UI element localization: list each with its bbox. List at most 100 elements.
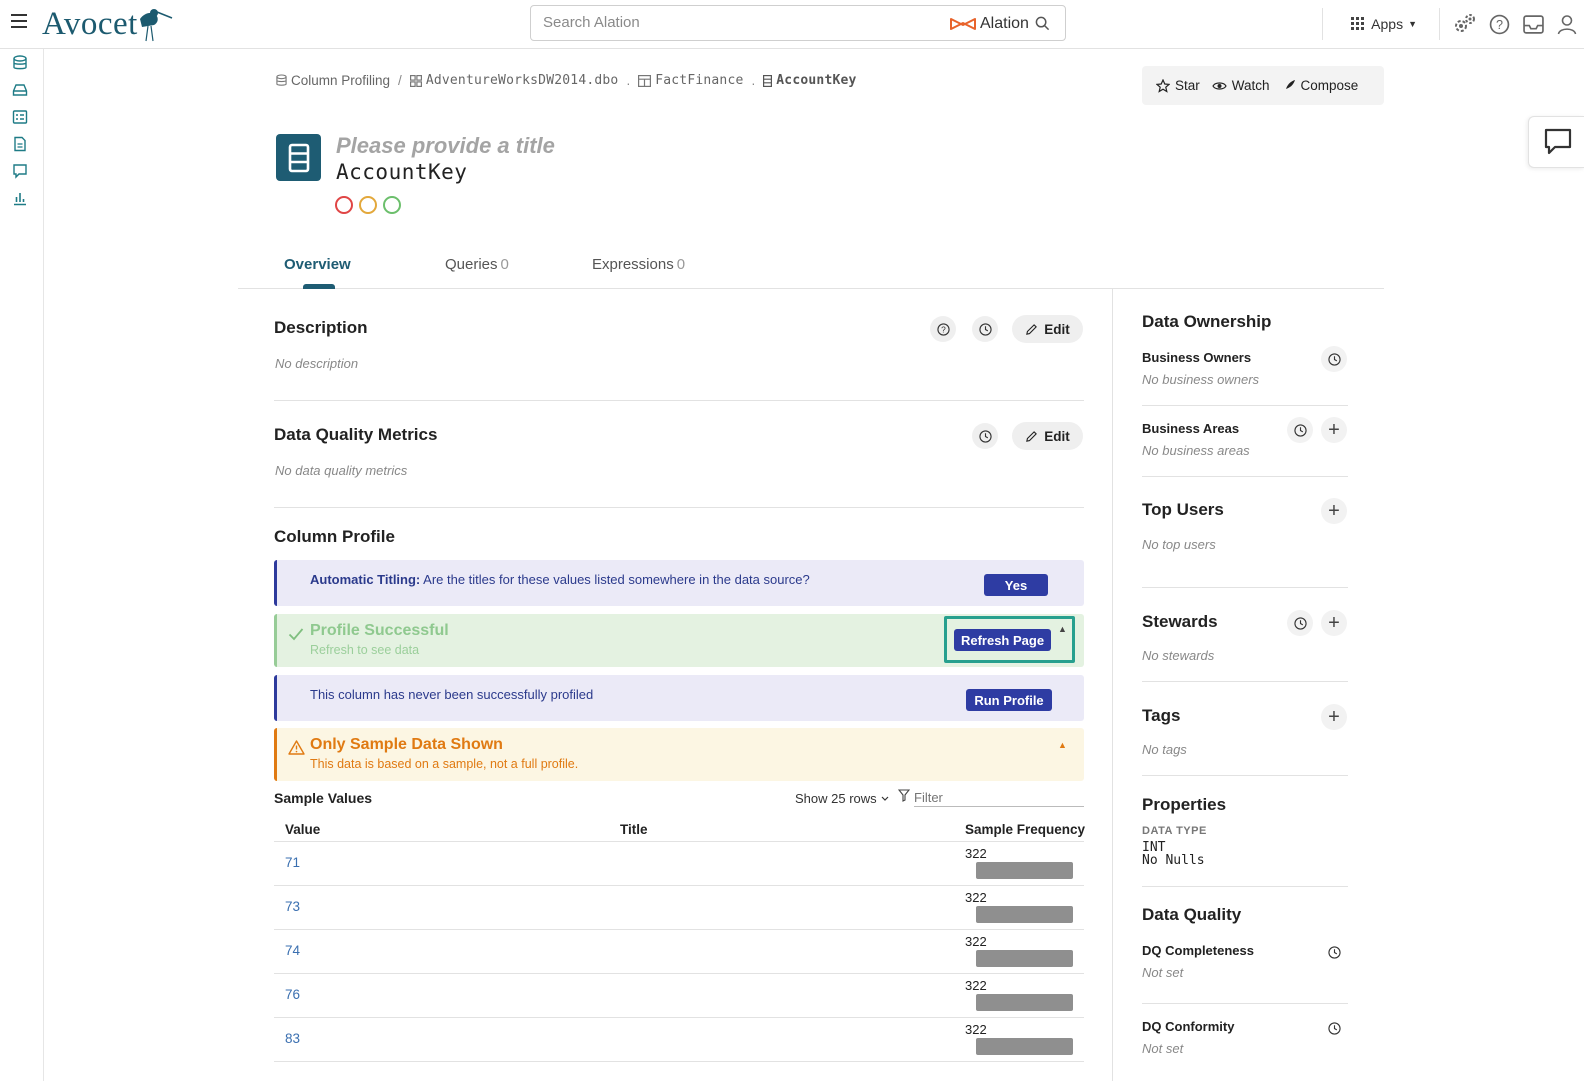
- endorsement-flag-icon[interactable]: [383, 196, 401, 214]
- history-button[interactable]: [1321, 1015, 1347, 1041]
- table-row: 71 322: [274, 842, 1084, 886]
- tags-title: Tags: [1142, 706, 1181, 725]
- compose-button[interactable]: Compose: [1282, 78, 1358, 93]
- show-rows-select[interactable]: Show 25 rows: [795, 791, 889, 806]
- column-header-title[interactable]: Title: [620, 822, 648, 837]
- history-button[interactable]: [1321, 346, 1347, 372]
- add-steward-button[interactable]: +: [1321, 610, 1347, 636]
- deprecation-flag-icon[interactable]: [335, 196, 353, 214]
- frequency-count: 322: [965, 846, 987, 861]
- table-row: 74 322: [274, 930, 1084, 974]
- data-type-label: DATA TYPE: [1142, 825, 1207, 837]
- edit-description-button[interactable]: Edit: [1012, 315, 1083, 343]
- divider: [1142, 587, 1348, 588]
- add-tag-button[interactable]: +: [1321, 704, 1347, 730]
- database-icon: [276, 74, 287, 86]
- breadcrumb-table[interactable]: FactFinance: [638, 73, 743, 88]
- database-icon[interactable]: [12, 55, 28, 71]
- settings-gears-icon[interactable]: [1448, 13, 1482, 35]
- profile-success-subtitle: Refresh to see data: [310, 643, 420, 657]
- column-header-value[interactable]: Value: [285, 822, 320, 837]
- tab-label: Overview: [284, 256, 351, 273]
- value-link[interactable]: 71: [285, 855, 300, 870]
- never-profiled-text: This column has never been successfully …: [310, 687, 594, 702]
- frequency-count: 322: [965, 934, 987, 949]
- breadcrumb-datasource[interactable]: Column Profiling: [276, 73, 390, 88]
- help-button[interactable]: ?: [930, 316, 956, 342]
- dq-completeness-label: DQ Completeness: [1142, 943, 1254, 958]
- auto-titling-question: Are the titles for these values listed s…: [420, 572, 810, 587]
- chat-drawer-toggle[interactable]: [1528, 116, 1584, 168]
- tab-queries[interactable]: Queries 0: [445, 256, 509, 273]
- clock-icon: [978, 322, 992, 336]
- object-title-placeholder[interactable]: Please provide a title: [336, 133, 555, 159]
- top-users-empty: No top users: [1142, 537, 1216, 552]
- document-icon[interactable]: [12, 136, 28, 152]
- help-icon[interactable]: ?: [1482, 14, 1516, 35]
- top-users-title: Top Users: [1142, 500, 1224, 519]
- data-ownership-title: Data Ownership: [1142, 312, 1272, 331]
- storage-drive-icon[interactable]: [12, 82, 28, 98]
- tab-count: 0: [676, 256, 686, 273]
- search-icon[interactable]: [1035, 16, 1050, 31]
- stewards-title: Stewards: [1142, 612, 1218, 631]
- column-header-frequency[interactable]: Sample Frequency: [965, 822, 1085, 837]
- frequency-bar: [976, 1038, 1073, 1055]
- history-button[interactable]: [1321, 939, 1347, 965]
- add-top-user-button[interactable]: +: [1321, 498, 1347, 524]
- trust-flags: [335, 196, 407, 214]
- conversation-icon[interactable]: [12, 163, 28, 179]
- profile-success-title: Profile Successful: [310, 622, 449, 639]
- add-business-area-button[interactable]: +: [1321, 417, 1347, 443]
- help-icon: ?: [936, 322, 950, 336]
- frequency-bar: [976, 862, 1073, 879]
- star-button[interactable]: Star: [1156, 78, 1200, 93]
- clock-icon: [1327, 352, 1341, 366]
- frequency-bar: [976, 994, 1073, 1011]
- breadcrumb-separator: /: [398, 73, 402, 88]
- menu-icon[interactable]: [11, 14, 27, 28]
- collapse-caret-icon[interactable]: ▲: [1058, 740, 1067, 750]
- breadcrumb: Column Profiling / AdventureWorksDW2014.…: [276, 73, 857, 88]
- plus-icon: +: [1328, 612, 1340, 634]
- apps-menu[interactable]: Apps ▼: [1323, 16, 1439, 32]
- frequency-count: 322: [965, 978, 987, 993]
- sample-values-title: Sample Values: [274, 790, 373, 806]
- active-tab-indicator: [303, 284, 335, 289]
- clock-icon: [1293, 616, 1307, 630]
- dq-conformity-value: Not set: [1142, 1041, 1184, 1056]
- value-link[interactable]: 73: [285, 899, 300, 914]
- tab-expressions[interactable]: Expressions 0: [592, 256, 685, 273]
- plus-icon: +: [1328, 706, 1340, 728]
- tab-overview[interactable]: Overview: [284, 256, 351, 273]
- refresh-page-button[interactable]: Refresh Page: [954, 629, 1051, 651]
- run-profile-button[interactable]: Run Profile: [966, 689, 1052, 711]
- filter-input[interactable]: [914, 789, 1084, 807]
- nulls-value: No Nulls: [1142, 853, 1205, 868]
- warning-flag-icon[interactable]: [359, 196, 377, 214]
- analytics-chart-icon[interactable]: [12, 190, 28, 206]
- search-bar[interactable]: Alation: [530, 5, 1066, 41]
- value-link[interactable]: 74: [285, 943, 300, 958]
- breadcrumb-schema[interactable]: AdventureWorksDW2014.dbo: [409, 73, 619, 88]
- edit-dq-metrics-button[interactable]: Edit: [1012, 422, 1083, 450]
- svg-text:?: ?: [941, 324, 946, 334]
- value-link[interactable]: 76: [285, 987, 300, 1002]
- search-input[interactable]: [543, 14, 923, 31]
- history-button[interactable]: [972, 423, 998, 449]
- chat-bubble-icon: [1544, 128, 1572, 155]
- inbox-icon[interactable]: [1516, 14, 1550, 34]
- catalog-list-icon[interactable]: [12, 109, 28, 125]
- logo[interactable]: Avocet: [42, 4, 174, 44]
- collapse-caret-icon[interactable]: ▲: [1058, 624, 1067, 634]
- history-button[interactable]: [1287, 610, 1313, 636]
- history-button[interactable]: [1287, 417, 1313, 443]
- value-link[interactable]: 83: [285, 1031, 300, 1046]
- breadcrumb-column[interactable]: AccountKey: [763, 73, 856, 88]
- yes-button[interactable]: Yes: [984, 574, 1048, 596]
- clock-icon: [1327, 945, 1341, 959]
- user-profile-icon[interactable]: [1550, 14, 1584, 35]
- history-button[interactable]: [972, 316, 998, 342]
- watch-button[interactable]: Watch: [1212, 78, 1270, 93]
- sample-warning-title: Only Sample Data Shown: [310, 736, 503, 753]
